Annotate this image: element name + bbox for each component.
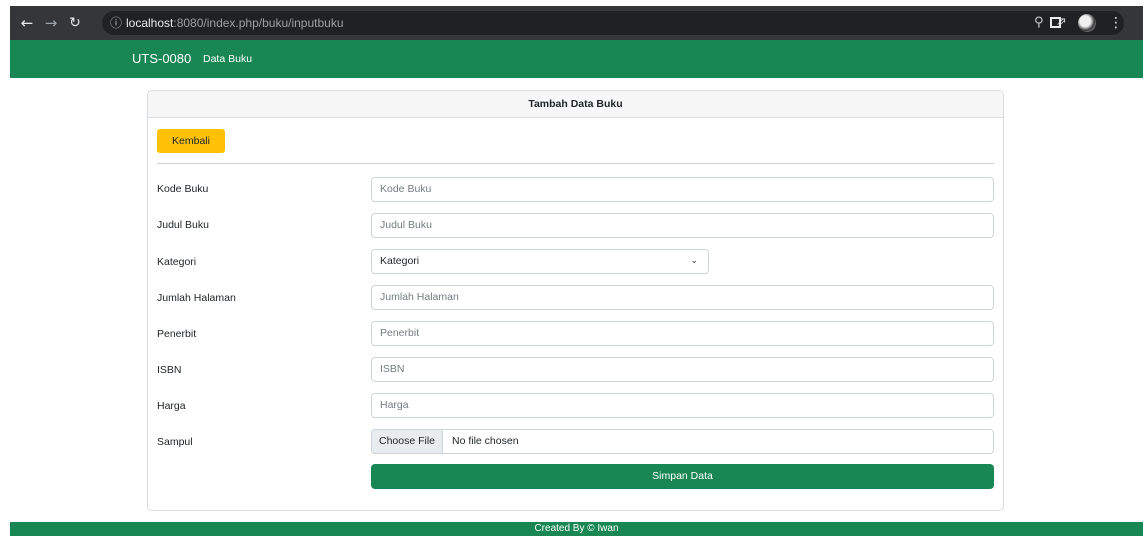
judul-buku-input[interactable]: Judul Buku <box>371 213 994 238</box>
nav-link-data-buku[interactable]: Data Buku <box>203 40 252 78</box>
kategori-select[interactable]: Kategori ⌄ <box>371 249 709 274</box>
footer: Created By © Iwan <box>10 522 1143 536</box>
label-sampul: Sampul <box>157 436 193 448</box>
label-judul-buku: Judul Buku <box>157 219 209 231</box>
jumlah-halaman-input[interactable]: Jumlah Halaman <box>371 285 994 310</box>
navbar-brand[interactable]: UTS-0080 <box>132 40 191 78</box>
kategori-selected-value: Kategori <box>380 255 420 267</box>
label-penerbit: Penerbit <box>157 328 197 340</box>
form-card: Tambah Data Buku Kembali Kode Buku Kode … <box>147 90 1004 511</box>
penerbit-input[interactable]: Penerbit <box>371 321 994 346</box>
navbar: UTS-0080 Data Buku <box>10 40 1143 78</box>
label-kategori: Kategori <box>157 256 197 268</box>
side-panel-icon[interactable] <box>1050 17 1061 28</box>
back-arrow-icon[interactable]: ← <box>20 6 34 40</box>
chevron-down-icon: ⌄ <box>690 256 698 266</box>
label-isbn: ISBN <box>157 364 182 376</box>
address-bar[interactable]: ⓘ localhost:8080/index.php/buku/inputbuk… <box>102 11 1124 35</box>
address-url[interactable]: localhost:8080/index.php/buku/inputbuku <box>126 11 344 35</box>
back-button[interactable]: Kembali <box>157 129 225 153</box>
forward-arrow-icon[interactable]: → <box>44 6 58 40</box>
menu-kebab-icon[interactable]: ⋮ <box>1109 6 1123 40</box>
divider <box>157 163 994 164</box>
choose-file-button[interactable]: Choose File <box>372 430 443 453</box>
browser-window: ← → ↻ ⓘ localhost:8080/index.php/buku/in… <box>10 0 1143 536</box>
label-harga: Harga <box>157 400 186 412</box>
harga-input[interactable]: Harga <box>371 393 994 418</box>
card-title: Tambah Data Buku <box>148 91 1003 118</box>
sampul-file-input[interactable]: Choose File No file chosen <box>371 429 994 454</box>
zoom-icon[interactable]: ⚲ <box>1034 11 1044 35</box>
isbn-input[interactable]: ISBN <box>371 357 994 382</box>
kode-buku-input[interactable]: Kode Buku <box>371 177 994 202</box>
save-button[interactable]: Simpan Data <box>371 464 994 489</box>
file-status: No file chosen <box>452 435 519 447</box>
label-kode-buku: Kode Buku <box>157 183 209 195</box>
reload-icon[interactable]: ↻ <box>68 6 82 40</box>
label-jumlah-halaman: Jumlah Halaman <box>157 292 236 304</box>
browser-toolbar: ← → ↻ ⓘ localhost:8080/index.php/buku/in… <box>10 6 1143 40</box>
site-info-icon[interactable]: ⓘ <box>110 11 122 35</box>
profile-avatar-icon[interactable] <box>1078 14 1096 32</box>
